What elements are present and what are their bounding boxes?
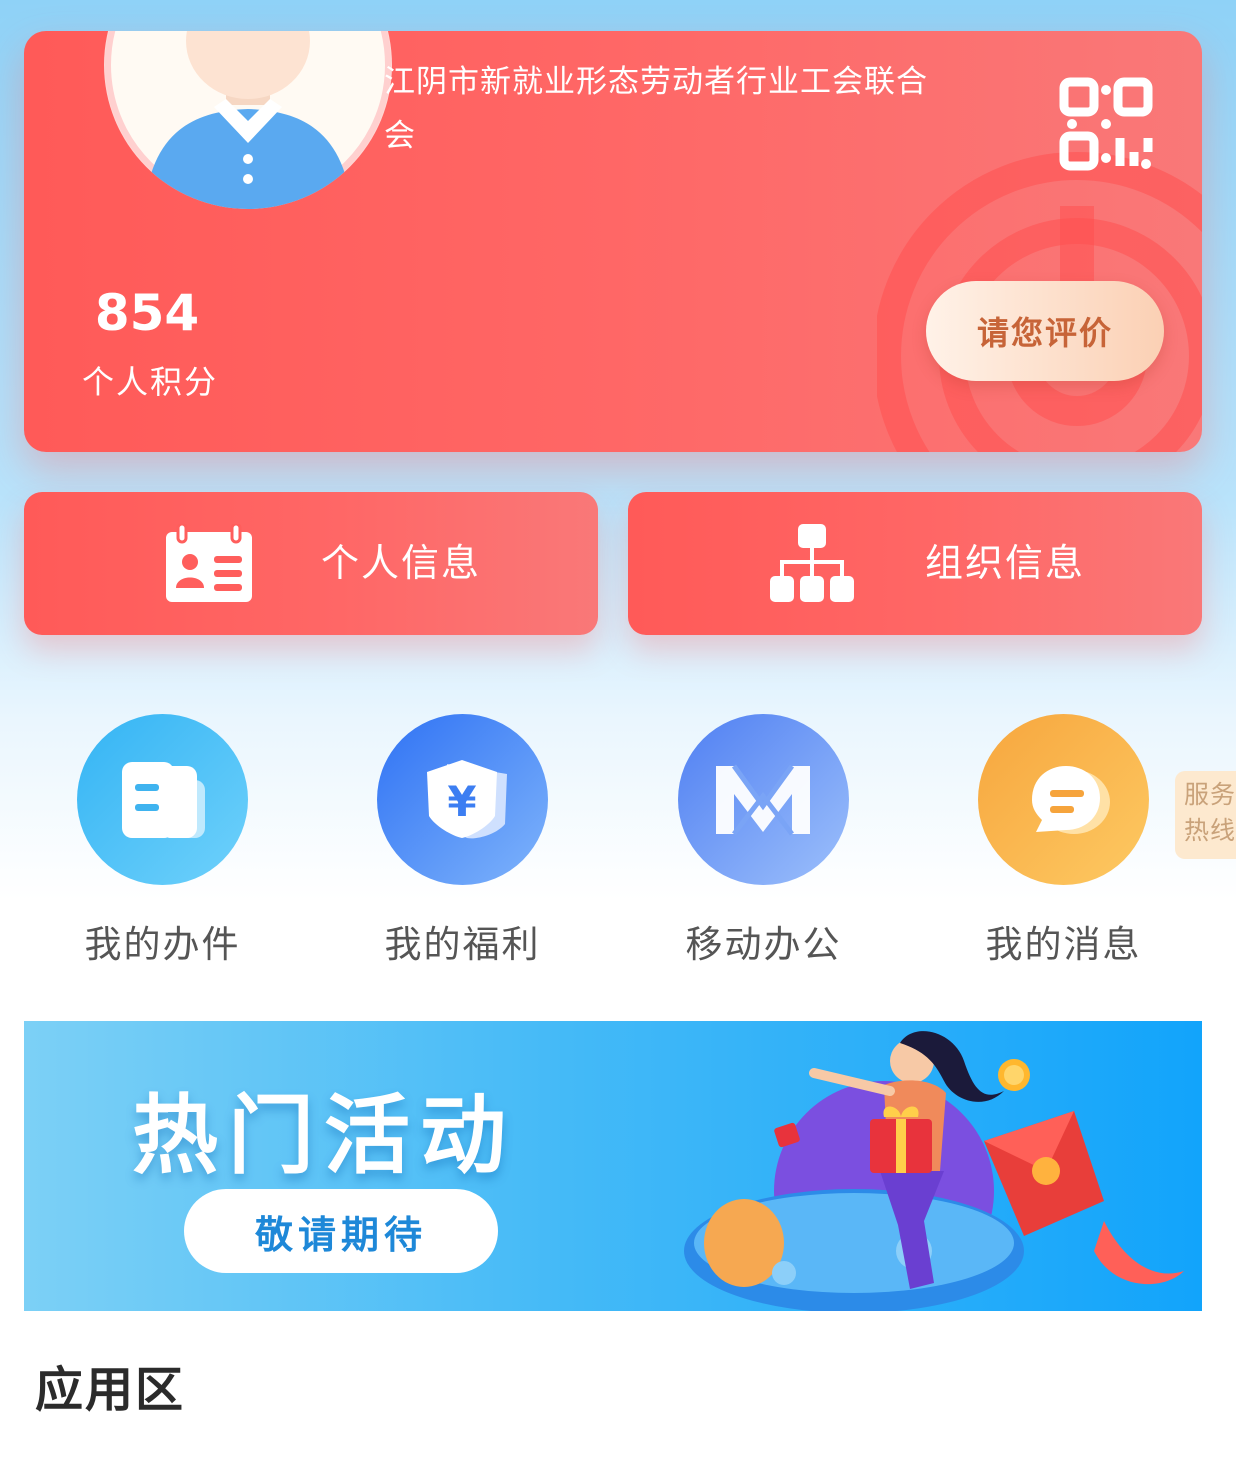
yuan-shield-icon: ¥ — [427, 760, 507, 839]
woman-riding-rocket-illustration — [684, 1031, 1184, 1311]
org-chart-icon — [770, 524, 854, 602]
profile-card: 江阴市新就业形态劳动者行业工会联合会 854 个人积分 请您评价 — [24, 31, 1202, 452]
points-label: 个人积分 — [82, 363, 219, 401]
hotline-line1: 服务 — [1184, 780, 1236, 809]
banner-coming-soon-button[interactable]: 敬请期待 — [184, 1189, 498, 1273]
quick-item-mobile-office[interactable]: 移动办公 — [638, 714, 898, 974]
qr-code-icon[interactable] — [1058, 76, 1154, 172]
banner-title: 热门活动 — [132, 1086, 516, 1186]
user-avatar-icon — [105, 31, 391, 209]
org-info-button[interactable]: 组织信息 — [628, 492, 1202, 635]
points-value: 854 — [94, 284, 200, 342]
m-logo-icon — [716, 764, 810, 836]
quick-item-label: 我的福利 — [384, 923, 541, 966]
chat-bubble-icon — [1032, 766, 1110, 834]
hotline-line2: 热线 — [1184, 816, 1236, 845]
org-info-label: 组织信息 — [925, 541, 1086, 585]
personal-info-button[interactable]: 个人信息 — [24, 492, 598, 635]
svg-text:¥: ¥ — [447, 777, 476, 826]
avatar[interactable] — [104, 31, 392, 209]
quick-item-my-benefits[interactable]: ¥ 我的福利 — [337, 714, 597, 974]
org-name: 江阴市新就业形态劳动者行业工会联合会 — [384, 64, 928, 154]
hot-activity-banner[interactable]: 热门活动 敬请期待 — [24, 1021, 1202, 1311]
rate-button[interactable]: 请您评价 — [926, 281, 1164, 381]
quick-item-my-messages[interactable]: 我的消息 — [938, 714, 1198, 974]
id-card-icon — [166, 524, 252, 602]
quick-item-label: 移动办公 — [685, 923, 842, 966]
service-hotline-tab[interactable]: 服务 热线 — [1175, 771, 1236, 859]
quick-item-label: 我的消息 — [985, 923, 1142, 966]
quick-item-label: 我的办件 — [84, 923, 241, 966]
document-icon — [122, 762, 205, 838]
quick-item-my-cases[interactable]: 我的办件 — [37, 714, 297, 974]
personal-info-label: 个人信息 — [321, 541, 482, 585]
app-area-title: 应用区 — [35, 1362, 186, 1418]
